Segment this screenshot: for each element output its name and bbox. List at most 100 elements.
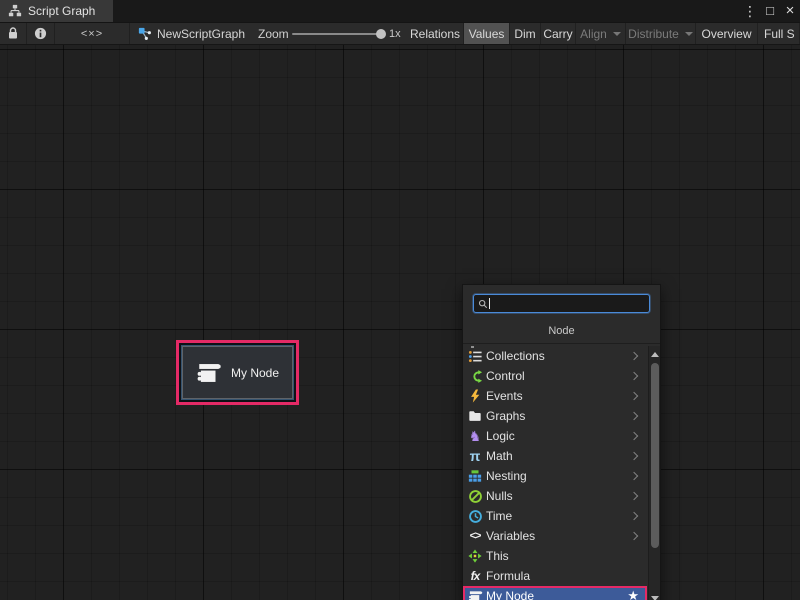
graph-breadcrumb[interactable]: NewScriptGraph	[138, 23, 245, 44]
list-item-collections[interactable]: Collections	[463, 346, 647, 366]
control-icon	[467, 368, 483, 384]
events-icon	[467, 388, 483, 404]
popup-scrollbar[interactable]	[648, 346, 660, 600]
pi-glyph: π	[470, 448, 481, 464]
list-item-label: Time	[486, 509, 512, 523]
full-screen-button[interactable]: Full S	[758, 23, 800, 44]
graph-asset-icon	[138, 27, 152, 41]
values-button[interactable]: Values	[464, 23, 510, 44]
relations-button[interactable]: Relations	[407, 23, 464, 44]
script-graph-window: Script Graph ⋮ □ ×	[0, 0, 800, 600]
close-icon[interactable]: ×	[780, 0, 800, 22]
zoom-value: 1x	[389, 23, 401, 44]
list-item-events[interactable]: Events	[463, 386, 647, 406]
maximize-icon[interactable]: □	[760, 0, 780, 22]
nesting-icon	[467, 468, 483, 484]
search-icon	[478, 299, 488, 309]
triangle-down-icon	[651, 596, 659, 600]
lock-icon	[7, 27, 19, 40]
list-item-this[interactable]: This	[463, 546, 647, 566]
chevron-right-icon	[630, 392, 638, 400]
graph-canvas[interactable]: My Node Node	[0, 45, 800, 600]
formula-icon: fx	[467, 568, 483, 584]
search-field[interactable]	[473, 294, 650, 313]
chevron-right-icon	[630, 412, 638, 420]
overview-button[interactable]: Overview	[696, 23, 758, 44]
search-row	[463, 285, 660, 318]
align-button: Align	[576, 23, 626, 44]
chevron-right-icon	[630, 472, 638, 480]
list-item-math[interactable]: π Math	[463, 446, 647, 466]
triangle-up-icon	[651, 352, 659, 357]
angle-brackets-glyph: <>	[470, 528, 481, 544]
zoom-slider-handle[interactable]	[376, 29, 386, 39]
lock-button[interactable]	[0, 23, 27, 44]
chevron-right-icon	[630, 432, 638, 440]
popup-header: Node	[463, 318, 660, 344]
chevron-down-icon	[685, 32, 693, 36]
time-icon	[467, 508, 483, 524]
carry-button[interactable]: Carry	[541, 23, 576, 44]
script-graph-icon	[8, 4, 22, 18]
scroll-down-arrow[interactable]	[649, 592, 661, 600]
list-item-label: Formula	[486, 569, 530, 583]
variables-icon: <>	[467, 528, 483, 544]
knight-glyph: ♞	[469, 428, 482, 444]
unit-icon	[467, 588, 483, 600]
chevron-right-icon	[630, 492, 638, 500]
more-menu-icon[interactable]: ⋮	[740, 0, 760, 22]
chevron-right-icon	[630, 512, 638, 520]
title-bar: Script Graph ⋮ □ ×	[0, 0, 800, 22]
list-item-graphs[interactable]: Graphs	[463, 406, 647, 426]
fuzzy-finder-popup: Node Collec	[462, 284, 661, 600]
code-preview-button[interactable]: <×>	[55, 23, 130, 44]
list-item-nulls[interactable]: Nulls	[463, 486, 647, 506]
list-item-label: Nesting	[486, 469, 527, 483]
list-item-label: Logic	[486, 429, 515, 443]
nulls-icon	[467, 488, 483, 504]
dim-button[interactable]: Dim	[510, 23, 541, 44]
list-item-label: This	[486, 549, 509, 563]
info-button[interactable]	[27, 23, 55, 44]
list-item-control[interactable]: Control	[463, 366, 647, 386]
list-item-label: Nulls	[486, 489, 513, 503]
search-input[interactable]	[492, 296, 645, 311]
scrollbar-thumb[interactable]	[651, 363, 659, 548]
math-icon: π	[467, 448, 483, 464]
my-node-unit[interactable]: My Node	[183, 347, 292, 398]
window-controls: ⋮ □ ×	[740, 0, 800, 22]
list-item-my-node[interactable]: My Node ★	[463, 586, 647, 600]
list-item-label: My Node	[486, 589, 534, 600]
chevron-right-icon	[630, 532, 638, 540]
graphs-icon	[467, 408, 483, 424]
chevron-down-icon	[613, 32, 621, 36]
list-item-formula[interactable]: fx Formula	[463, 566, 647, 586]
scroll-up-arrow[interactable]	[649, 348, 661, 360]
distribute-button: Distribute	[626, 23, 696, 44]
list-item-label: Graphs	[486, 409, 525, 423]
list-item-time[interactable]: Time	[463, 506, 647, 526]
tab-label: Script Graph	[28, 4, 95, 18]
favorite-star-icon[interactable]: ★	[627, 588, 639, 600]
fx-glyph: fx	[471, 568, 480, 584]
list-item-label: Control	[486, 369, 525, 383]
zoom-label: Zoom	[258, 23, 289, 44]
list-item-label: Math	[486, 449, 513, 463]
toolbar-buttons: Relations Values Dim Carry Align Distrib…	[407, 23, 800, 44]
logic-icon: ♞	[467, 428, 483, 444]
tab-script-graph[interactable]: Script Graph	[0, 0, 113, 22]
collections-icon	[467, 348, 483, 364]
zoom-slider[interactable]	[292, 33, 382, 35]
align-label: Align	[580, 27, 607, 41]
chevron-right-icon	[630, 452, 638, 460]
graph-name: NewScriptGraph	[157, 27, 245, 41]
option-list: Collections Control	[463, 346, 660, 600]
list-item-nesting[interactable]: Nesting	[463, 466, 647, 486]
list-item-label: Events	[486, 389, 523, 403]
unit-icon	[196, 360, 222, 386]
chevron-right-icon	[630, 352, 638, 360]
node-label: My Node	[231, 366, 279, 380]
list-item-label: Variables	[486, 529, 535, 543]
list-item-logic[interactable]: ♞ Logic	[463, 426, 647, 446]
list-item-variables[interactable]: <> Variables	[463, 526, 647, 546]
